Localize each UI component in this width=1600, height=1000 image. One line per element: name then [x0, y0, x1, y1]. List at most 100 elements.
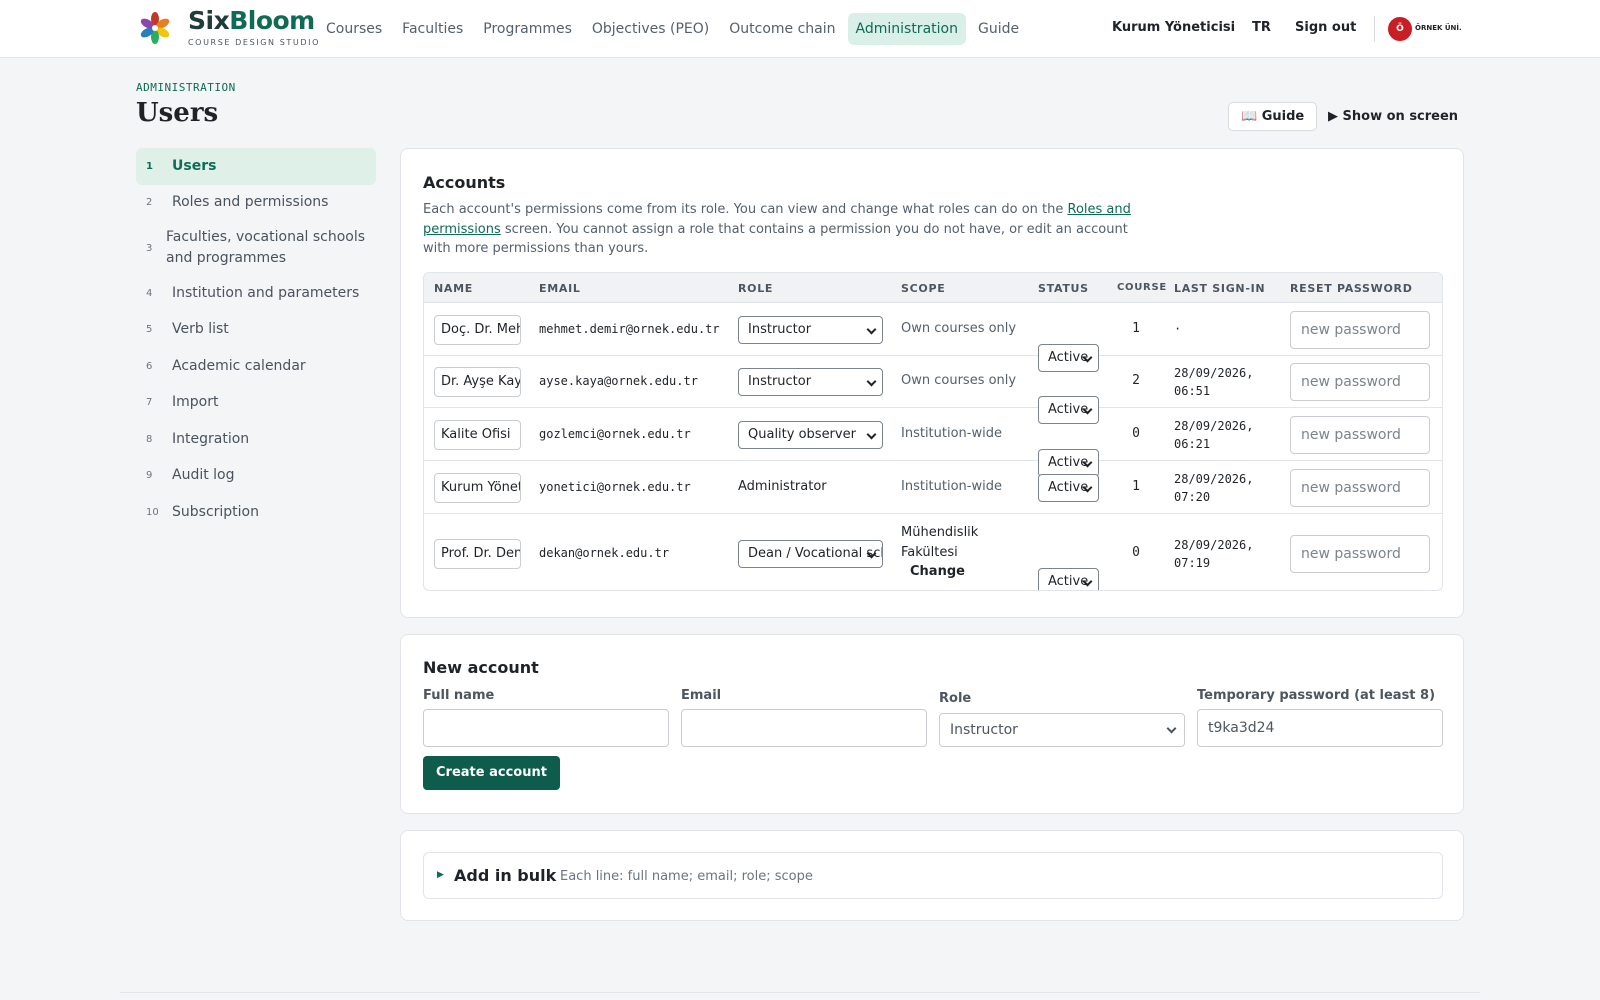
admin-sidebar: 1 Users 2 Roles and permissions 3 Faculties, … [136, 148, 376, 531]
sidebar-item-number: 8 [146, 433, 153, 445]
reset-password-input[interactable]: new password [1290, 535, 1430, 573]
email-text: mehmet.demir@ornek.edu.tr [539, 321, 720, 336]
last-sign-in-date: 28/09/2026, [1174, 418, 1254, 433]
role-text: Administrator [738, 478, 827, 494]
temporary-password-input[interactable]: t9ka3d24 [1197, 709, 1443, 747]
email-text: gozlemci@ornek.edu.tr [539, 426, 691, 441]
current-user-name: Kurum Yöneticisi [1112, 20, 1236, 35]
table-row: Dr. Ayşe Kaya ayse.kaya@ornek.edu.tr Instr… [424, 356, 1442, 424]
scope-text: Mühendislik Fakültesi [901, 523, 978, 563]
show-on-screen-button[interactable]: ▶ Show on screen [1328, 102, 1458, 131]
last-sign-in-time: 06:21 [1174, 436, 1211, 451]
last-sign-in-time: 07:20 [1174, 489, 1211, 504]
status-select[interactable]: Active [1038, 568, 1099, 590]
last-sign-in-date: 28/09/2026, [1174, 471, 1254, 486]
sidebar-item-verb-list[interactable]: 5 Verb list [136, 312, 376, 349]
flower-logo-icon[interactable] [138, 10, 172, 46]
accounts-title: Accounts [423, 173, 506, 192]
sidebar-item-number: 6 [146, 360, 153, 372]
language-switch[interactable]: TR [1252, 20, 1271, 35]
bulk-card: ▶ Add in bulk Each line: full name; emai… [400, 830, 1464, 921]
sidebar-item-audit-log[interactable]: 9 Audit log [136, 458, 376, 495]
sidebar-item-roles-and-permissions[interactable]: 2 Roles and permissions [136, 185, 376, 222]
sign-out-button[interactable]: Sign out [1295, 20, 1356, 35]
role-select[interactable]: Instructor [939, 713, 1185, 747]
sidebar-item-integration[interactable]: 8 Integration [136, 421, 376, 458]
course-count: 0 [1132, 545, 1140, 560]
institution-name: ÖRNEK ÜNİ. [1415, 24, 1462, 32]
reset-password-input[interactable]: new password [1290, 310, 1430, 349]
name-input[interactable]: Dr. Ayşe Kaya [434, 367, 521, 397]
nav-item-faculties[interactable]: Faculties [394, 13, 471, 45]
column-header-reset-password: RESET PASSWORD [1290, 282, 1413, 295]
nav-item-objectives-peo[interactable]: Objectives (PEO) [584, 13, 717, 45]
last-sign-in: 28/09/2026, 06:51 [1174, 364, 1253, 400]
add-in-bulk-title: Add in bulk [454, 866, 557, 885]
disclosure-triangle-icon: ▶ [437, 870, 444, 880]
last-sign-in: 28/09/2026, 07:19 [1174, 536, 1253, 572]
new-account-card: New account Full name Email Role Instruc… [400, 634, 1464, 814]
scope-text: Institution-wide [901, 425, 1002, 441]
sidebar-item-number: 1 [146, 160, 153, 172]
add-in-bulk-toggle[interactable]: ▶ Add in bulk Each line: full name; emai… [423, 852, 1443, 899]
nav-item-outcome-chain[interactable]: Outcome chain [721, 13, 843, 45]
sidebar-item-institution-and-parameters[interactable]: 4 Institution and parameters [136, 275, 376, 312]
role-select[interactable]: Dean / Vocational school director [738, 540, 883, 568]
temporary-password-label: Temporary password (at least 8) [1197, 688, 1436, 703]
top-bar: SixBloom COURSE DESIGN STUDIO Courses Fac… [0, 0, 1600, 58]
role-select[interactable]: Instructor [738, 368, 883, 396]
nav-item-programmes[interactable]: Programmes [475, 13, 580, 45]
name-input[interactable]: Kalite Ofisi [434, 419, 521, 450]
scope-text: Own courses only [901, 373, 1017, 388]
status-select[interactable]: Active [1038, 473, 1099, 502]
sidebar-item-number: 7 [146, 397, 153, 409]
table-row: Kurum Yöneticisi yonetici@ornek.edu.tr Adm… [424, 461, 1442, 514]
sidebar-item-users[interactable]: 1 Users [136, 148, 376, 185]
name-input[interactable]: Kurum Yöneticisi [434, 472, 521, 503]
reset-password-input[interactable]: new password [1290, 468, 1430, 507]
sidebar-item-label: Verb list [172, 321, 229, 338]
brand-name-part2: Bloom [229, 6, 315, 35]
sidebar-item-number: 3 [146, 242, 153, 254]
accounts-table: NAME EMAIL ROLE SCOPE STATUS COURSE LAST… [423, 272, 1443, 591]
last-sign-in-date: 28/09/2026, [1174, 366, 1254, 380]
sidebar-item-academic-calendar[interactable]: 6 Academic calendar [136, 348, 376, 385]
accounts-description: Each account's permissions come from its… [423, 200, 1143, 259]
scope-text: Institution-wide [901, 478, 1002, 494]
column-header-name: NAME [434, 282, 473, 295]
last-sign-in: 28/09/2026, 07:20 [1174, 470, 1253, 506]
sidebar-item-number: 10 [146, 506, 159, 518]
create-account-button[interactable]: Create account [423, 756, 560, 790]
email-input[interactable] [681, 709, 927, 747]
reset-password-input[interactable]: new password [1290, 363, 1430, 401]
sidebar-item-label: Faculties, vocational schools and progra… [166, 229, 366, 266]
nav-item-guide[interactable]: Guide [970, 13, 1027, 45]
role-label: Role [939, 691, 972, 706]
column-header-course: COURSE [1117, 282, 1167, 293]
sidebar-item-label: Institution and parameters [172, 284, 360, 301]
scope-text: Own courses only [901, 320, 1017, 336]
sidebar-item-faculties-vocational-schools-and-programmes[interactable]: 3 Faculties, vocational schools and progr… [136, 221, 376, 275]
accounts-card: Accounts Each account's permissions come… [400, 148, 1464, 618]
sidebar-item-number: 5 [146, 324, 153, 336]
nav-item-courses[interactable]: Courses [318, 13, 390, 45]
sidebar-item-label: Integration [172, 430, 250, 447]
email-label: Email [681, 688, 722, 703]
role-select[interactable]: Instructor [738, 315, 883, 344]
sidebar-item-number: 2 [146, 197, 153, 209]
email-text: dekan@ornek.edu.tr [539, 546, 670, 560]
brand-name[interactable]: SixBloom [188, 6, 315, 35]
guide-button[interactable]: 📖 Guide [1228, 102, 1318, 131]
scope-line: Fakültesi [901, 545, 958, 560]
last-sign-in-time: 07:19 [1174, 556, 1211, 570]
sidebar-item-import[interactable]: 7 Import [136, 385, 376, 422]
change-scope-button[interactable]: Change [910, 564, 965, 579]
sidebar-item-label: Users [172, 157, 217, 174]
name-input[interactable]: Doç. Dr. Mehmet Demir [434, 314, 521, 345]
role-select[interactable]: Quality observer [738, 420, 883, 449]
sidebar-item-subscription[interactable]: 10 Subscription [136, 494, 376, 531]
full-name-input[interactable] [423, 709, 669, 747]
reset-password-input[interactable]: new password [1290, 415, 1430, 454]
name-input[interactable]: Prof. Dr. Deniz [434, 539, 521, 569]
nav-item-administration[interactable]: Administration [847, 13, 966, 45]
